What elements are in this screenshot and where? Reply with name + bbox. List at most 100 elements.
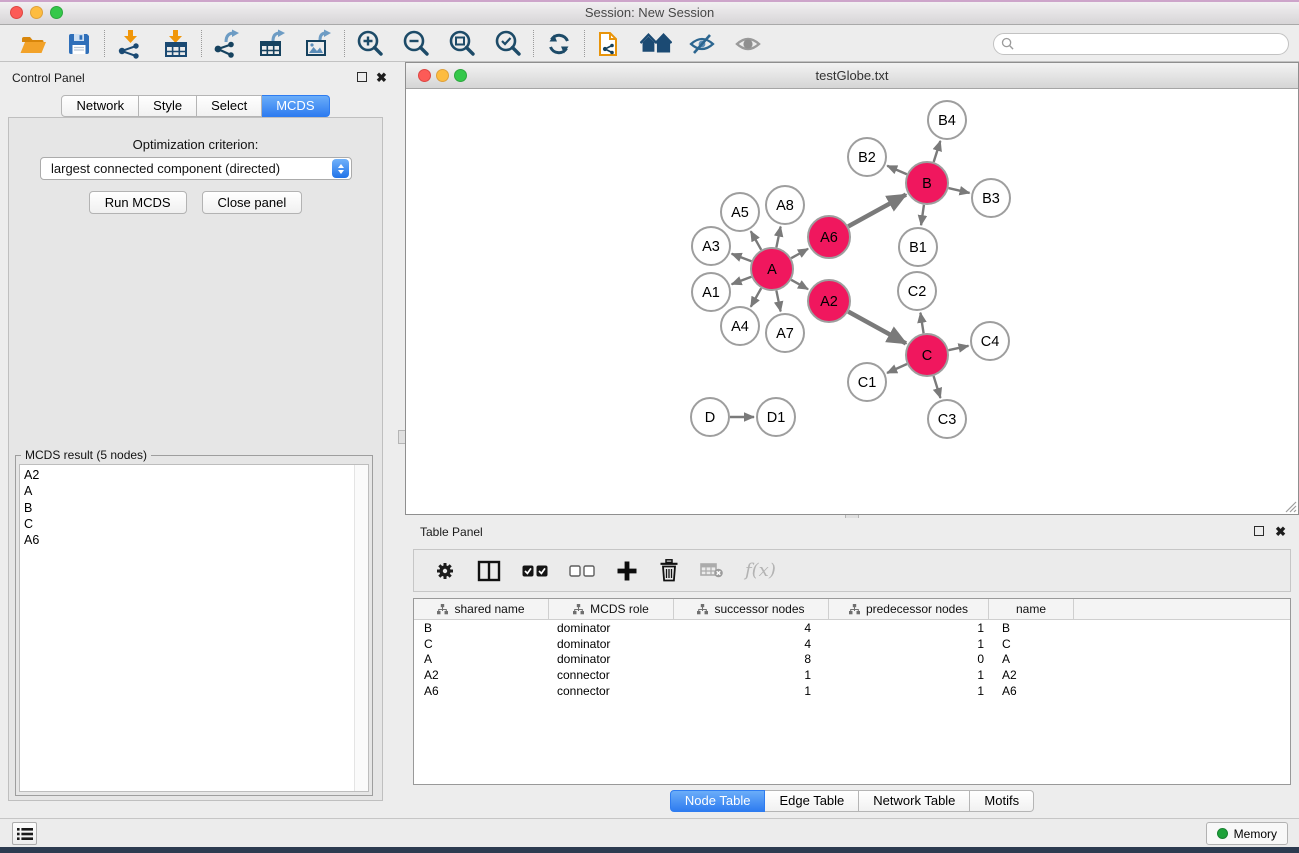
graph-edge-C-C2[interactable] [920, 313, 923, 334]
graph-node-C4[interactable]: C4 [971, 322, 1009, 360]
column-header-shared-name[interactable]: shared name [414, 599, 549, 619]
graph-edge-A-A6[interactable] [791, 249, 808, 258]
search-input[interactable] [1018, 37, 1268, 51]
table-tab-node-table[interactable]: Node Table [670, 790, 766, 812]
graph-node-A6[interactable]: A6 [808, 216, 850, 258]
refresh-layout-button[interactable] [543, 29, 575, 59]
mcds-result-item[interactable]: A2 [20, 467, 368, 483]
zoom-selected-button[interactable] [492, 29, 524, 59]
graph-edge-C-C1[interactable] [887, 364, 907, 373]
graph-edge-B-B3[interactable] [948, 188, 969, 193]
graph-node-B4[interactable]: B4 [928, 101, 966, 139]
table-settings-button[interactable] [434, 560, 456, 582]
zoom-fit-button[interactable] [446, 29, 478, 59]
select-all-columns-button[interactable] [522, 565, 548, 577]
close-panel-icon[interactable]: ✖ [376, 73, 387, 83]
table-close-icon[interactable]: ✖ [1275, 527, 1286, 537]
graph-node-B3[interactable]: B3 [972, 179, 1010, 217]
delete-table-button[interactable] [700, 563, 724, 578]
column-header-predecessor-nodes[interactable]: predecessor nodes [829, 599, 989, 619]
graph-edge-A-A5[interactable] [751, 231, 761, 250]
graph-edge-A-A7[interactable] [776, 291, 780, 312]
tab-style[interactable]: Style [139, 95, 197, 117]
graph-edge-C-C4[interactable] [948, 346, 968, 350]
delete-column-button[interactable] [659, 559, 679, 582]
optimization-dropdown[interactable]: largest connected component (directed) [40, 157, 352, 180]
column-header-name[interactable]: name [989, 599, 1074, 619]
table-tab-network-table[interactable]: Network Table [859, 790, 970, 812]
graph-node-A1[interactable]: A1 [692, 273, 730, 311]
import-table-button[interactable] [160, 29, 192, 59]
graph-edge-B-B2[interactable] [887, 166, 907, 175]
table-row[interactable]: A6connector11A6 [414, 683, 1290, 699]
close-panel-button[interactable]: Close panel [202, 191, 303, 214]
tab-select[interactable]: Select [197, 95, 262, 117]
function-builder-button[interactable]: f(x) [745, 560, 776, 581]
import-network-button[interactable] [114, 29, 146, 59]
table-tab-edge-table[interactable]: Edge Table [765, 790, 859, 812]
network-window-titlebar[interactable]: testGlobe.txt [406, 63, 1298, 89]
graph-edge-A-A1[interactable] [732, 277, 752, 284]
scrollbar-track[interactable] [354, 465, 368, 791]
graph-node-D[interactable]: D [691, 398, 729, 436]
open-file-button[interactable] [17, 29, 49, 59]
memory-button[interactable]: Memory [1206, 822, 1288, 845]
show-all-button[interactable] [732, 29, 764, 59]
table-row[interactable]: Bdominator41B [414, 620, 1290, 636]
mcds-result-item[interactable]: A [20, 483, 368, 499]
graph-node-A5[interactable]: A5 [721, 193, 759, 231]
graph-edge-C-C3[interactable] [934, 376, 941, 398]
graph-node-C2[interactable]: C2 [898, 272, 936, 310]
search-field[interactable] [993, 33, 1289, 55]
graph-edge-A2-C[interactable] [848, 312, 906, 344]
houses-button[interactable] [640, 29, 672, 59]
export-image-button[interactable] [303, 29, 335, 59]
graph-edge-A-A4[interactable] [751, 288, 761, 307]
run-mcds-button[interactable]: Run MCDS [89, 191, 187, 214]
mcds-result-item[interactable]: C [20, 516, 368, 532]
table-tab-motifs[interactable]: Motifs [970, 790, 1034, 812]
graph-node-A2[interactable]: A2 [808, 280, 850, 322]
graph-edge-A-A3[interactable] [732, 254, 752, 261]
graph-node-C[interactable]: C [906, 334, 948, 376]
export-network-button[interactable] [211, 29, 243, 59]
network-from-selection-button[interactable] [594, 29, 626, 59]
split-columns-button[interactable] [477, 560, 501, 582]
network-canvas[interactable]: B4B2BB3A8A5A6A3B1AA1C2A2A4A7C4CC1C3DD1 [406, 89, 1297, 514]
graph-node-A[interactable]: A [751, 248, 793, 290]
export-table-button[interactable] [257, 29, 289, 59]
task-history-button[interactable] [12, 822, 37, 845]
tab-mcds[interactable]: MCDS [262, 95, 329, 117]
zoom-out-button[interactable] [400, 29, 432, 59]
column-header-MCDS-role[interactable]: MCDS role [549, 599, 674, 619]
graph-edge-B-B4[interactable] [934, 141, 941, 162]
zoom-in-button[interactable] [354, 29, 386, 59]
graph-node-C3[interactable]: C3 [928, 400, 966, 438]
table-row[interactable]: A2connector11A2 [414, 667, 1290, 683]
table-float-icon[interactable] [1254, 526, 1264, 536]
mcds-result-list[interactable]: A2ABCA6 [19, 464, 369, 792]
float-panel-icon[interactable] [357, 72, 367, 82]
graph-node-A7[interactable]: A7 [766, 314, 804, 352]
graph-node-B[interactable]: B [906, 162, 948, 204]
resize-grip-icon[interactable] [1283, 499, 1297, 513]
graph-node-A4[interactable]: A4 [721, 307, 759, 345]
tab-network[interactable]: Network [61, 95, 139, 117]
graph-edge-A-A8[interactable] [776, 227, 780, 248]
graph-node-A8[interactable]: A8 [766, 186, 804, 224]
graph-node-B2[interactable]: B2 [848, 138, 886, 176]
deselect-all-columns-button[interactable] [569, 565, 595, 577]
graph-edge-A-A2[interactable] [791, 280, 808, 289]
table-row[interactable]: Adominator80A [414, 652, 1290, 668]
column-header-successor-nodes[interactable]: successor nodes [674, 599, 829, 619]
create-column-button[interactable] [616, 560, 638, 582]
graph-node-C1[interactable]: C1 [848, 363, 886, 401]
mcds-result-item[interactable]: B [20, 500, 368, 516]
graph-node-D1[interactable]: D1 [757, 398, 795, 436]
graph-node-A3[interactable]: A3 [692, 227, 730, 265]
hide-selected-button[interactable] [686, 29, 718, 59]
table-row[interactable]: Cdominator41C [414, 636, 1290, 652]
graph-edge-B-B1[interactable] [921, 205, 924, 225]
mcds-result-item[interactable]: A6 [20, 532, 368, 548]
save-session-button[interactable] [63, 29, 95, 59]
